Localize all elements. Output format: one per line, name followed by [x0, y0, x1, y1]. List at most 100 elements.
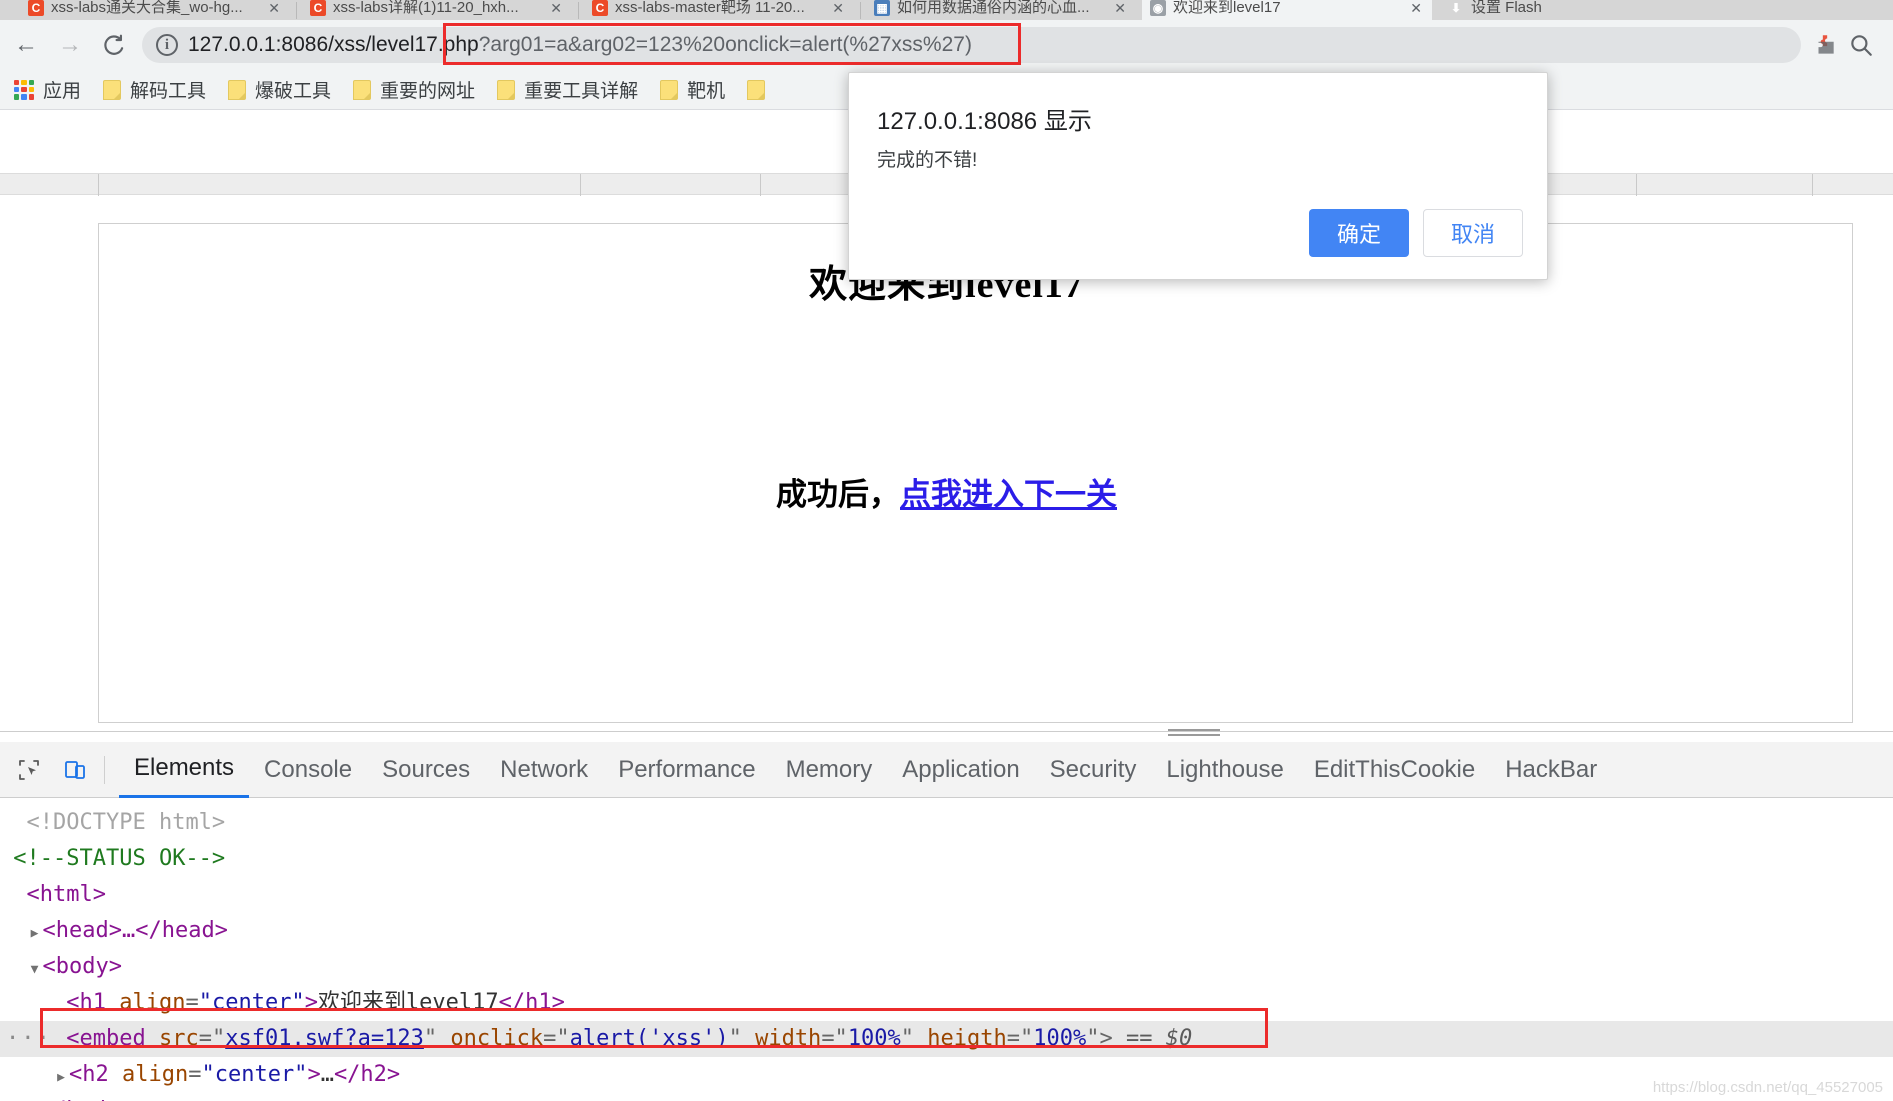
dom-h2-ellipsis: …	[320, 1062, 334, 1087]
csdn-icon: C	[592, 0, 608, 16]
folder-icon	[103, 79, 122, 100]
tab-title: 设置 Flash	[1471, 0, 1542, 16]
site-info-icon[interactable]: i	[156, 34, 178, 56]
folder-icon	[660, 79, 679, 100]
dom-body-tag: <body>	[42, 954, 122, 979]
dialog-message-text: 完成的不错!	[877, 150, 978, 171]
bookmark-bruteforce-tools[interactable]: 爆破工具	[228, 76, 331, 103]
next-level-prefix: 成功后，	[776, 477, 900, 512]
close-icon[interactable]: ✕	[832, 0, 844, 17]
dom-embed-src-value[interactable]: xsf01.swf?a=123	[225, 1026, 424, 1051]
folder-icon	[497, 79, 516, 100]
url-base-text: 127.0.0.1:8086/xss/level17.php	[188, 33, 479, 56]
close-icon[interactable]: ✕	[1410, 0, 1422, 17]
dialog-button-row: 确定 取消	[1309, 209, 1523, 257]
devtools-tab-security[interactable]: Security	[1035, 742, 1152, 798]
collapse-triangle-icon[interactable]: ▼	[27, 952, 43, 988]
dom-line-html[interactable]: <html>	[0, 877, 1893, 913]
bookmark-extra[interactable]	[747, 79, 774, 100]
expand-triangle-icon[interactable]: ▶	[27, 916, 43, 952]
forward-button[interactable]: →	[52, 27, 88, 63]
devtools-panel: Elements Console Sources Network Perform…	[0, 729, 1893, 1101]
dom-line-h2[interactable]: ▶ <h2 align="center">…</h2>	[0, 1057, 1893, 1093]
tab-separator	[578, 2, 579, 19]
browser-tab-1[interactable]: C xss-labs详解(1)11-20_hxh... ✕	[302, 0, 572, 20]
dom-embed-src-attr: src	[158, 1026, 199, 1051]
bookmark-label: 重要工具详解	[524, 81, 639, 102]
devtools-tab-console[interactable]: Console	[249, 742, 367, 798]
bookmark-label: 靶机	[687, 81, 726, 102]
dom-h2-close: </h2>	[333, 1062, 401, 1087]
tab-separator	[860, 2, 861, 19]
dialog-cancel-button[interactable]: 取消	[1423, 209, 1523, 257]
back-button[interactable]: ←	[8, 27, 44, 63]
browser-tab-4-active[interactable]: ◉ 欢迎来到level17 ✕	[1142, 0, 1432, 20]
folder-icon	[353, 79, 372, 100]
dom-head-tag: <head>…</head>	[42, 918, 228, 943]
devtools-tab-sources[interactable]: Sources	[367, 742, 485, 798]
dom-line-head[interactable]: ▶ <head>…</head>	[0, 913, 1893, 949]
close-icon[interactable]: ✕	[268, 0, 280, 17]
dom-html-tag: <html>	[26, 882, 106, 907]
reload-icon	[104, 34, 124, 55]
browser-tab-5[interactable]: ⬇ 设置 Flash	[1440, 0, 1700, 20]
dom-tree[interactable]: <!DOCTYPE html> <!--STATUS OK--> <html> …	[0, 799, 1893, 1101]
browser-tab-0[interactable]: C xss-labs通关大合集_wo-hg... ✕	[20, 0, 290, 20]
dom-line-doctype[interactable]: <!DOCTYPE html>	[0, 805, 1893, 841]
close-icon[interactable]: ✕	[550, 0, 562, 17]
expand-triangle-icon[interactable]: ▶	[53, 1060, 69, 1096]
dom-line-body-open[interactable]: ▼ <body>	[0, 949, 1893, 985]
search-icon[interactable]	[1843, 27, 1879, 63]
dom-h1-open: <h1	[66, 990, 106, 1015]
tab-title: xss-labs-master靶场 11-20...	[615, 0, 805, 16]
devtools-tab-memory[interactable]: Memory	[771, 742, 888, 798]
bookmark-important-sites[interactable]: 重要的网址	[353, 76, 475, 103]
download-icon: ⬇	[1450, 1, 1462, 15]
devtools-tab-performance[interactable]: Performance	[603, 742, 770, 798]
dom-h1-attr-value: "center"	[198, 990, 305, 1015]
row-actions-icon[interactable]: ···	[6, 1021, 52, 1057]
browser-tab-2[interactable]: C xss-labs-master靶场 11-20... ✕	[584, 0, 854, 20]
bookmark-target-machine[interactable]: 靶机	[660, 76, 725, 103]
browser-tab-strip: C xss-labs通关大合集_wo-hg... ✕ C xss-labs详解(…	[0, 0, 1893, 20]
dom-h2-attr-value: "center"	[201, 1062, 308, 1087]
dom-line-embed-selected[interactable]: ··· <embed src="xsf01.swf?a=123" onclick…	[0, 1021, 1893, 1057]
bookmark-decode-tools[interactable]: 解码工具	[103, 76, 206, 103]
dom-h2-open: <h2	[68, 1062, 109, 1087]
devtools-tab-application[interactable]: Application	[887, 742, 1034, 798]
next-level-heading: 成功后，点我进入下一关	[0, 469, 1893, 514]
dom-h1-close: </h1>	[498, 990, 565, 1015]
toolbar-right-icons	[1807, 27, 1879, 63]
bookmark-label: 应用	[43, 81, 82, 102]
csdn-icon: C	[28, 0, 44, 16]
shield-icon: ◉	[1150, 0, 1166, 16]
dom-embed-onclick-value: alert('xss')	[569, 1026, 729, 1051]
book-icon: ▦	[874, 0, 890, 16]
close-icon[interactable]: ✕	[1114, 0, 1126, 17]
devtools-tab-network[interactable]: Network	[485, 742, 603, 798]
devtools-tab-hackbar[interactable]: HackBar	[1490, 742, 1612, 798]
address-bar[interactable]: i 127.0.0.1:8086/xss/level17.php ?arg01=a…	[142, 27, 1801, 63]
devtools-tab-editthiscookie[interactable]: EditThisCookie	[1299, 742, 1490, 798]
dom-comment-text: <!--STATUS OK-->	[13, 846, 226, 871]
reload-button[interactable]	[96, 27, 132, 63]
tab-title: xss-labs详解(1)11-20_hxh...	[333, 0, 519, 16]
cursor-select-icon[interactable]	[12, 753, 46, 787]
dialog-ok-button[interactable]: 确定	[1309, 209, 1409, 257]
dom-line-comment[interactable]: <!--STATUS OK-->	[0, 841, 1893, 877]
devtools-tab-elements[interactable]: Elements	[119, 742, 250, 798]
puzzle-icon[interactable]	[1807, 27, 1843, 63]
apps-grid-icon	[14, 79, 34, 100]
device-toolbar-icon[interactable]	[58, 753, 92, 787]
devtools-resize-handle[interactable]	[1168, 726, 1220, 738]
next-level-link[interactable]: 点我进入下一关	[900, 477, 1117, 512]
dom-line-h1[interactable]: <h1 align="center">欢迎来到level17</h1>	[0, 985, 1893, 1021]
devtools-tab-lighthouse[interactable]: Lighthouse	[1151, 742, 1298, 798]
dom-h1-attr: align	[119, 990, 186, 1015]
bookmark-label: 重要的网址	[380, 81, 476, 102]
browser-tab-3[interactable]: ▦ 如何用数据通俗内涵的心血... ✕	[866, 0, 1136, 20]
bookmark-apps[interactable]: 应用	[14, 76, 81, 103]
url-query-text: ?arg01=a&arg02=123%20onclick=alert(%27xs…	[478, 33, 972, 56]
javascript-alert-dialog: 127.0.0.1:8086 显示 完成的不错! 确定 取消	[848, 72, 1548, 280]
bookmark-tool-details[interactable]: 重要工具详解	[497, 76, 638, 103]
